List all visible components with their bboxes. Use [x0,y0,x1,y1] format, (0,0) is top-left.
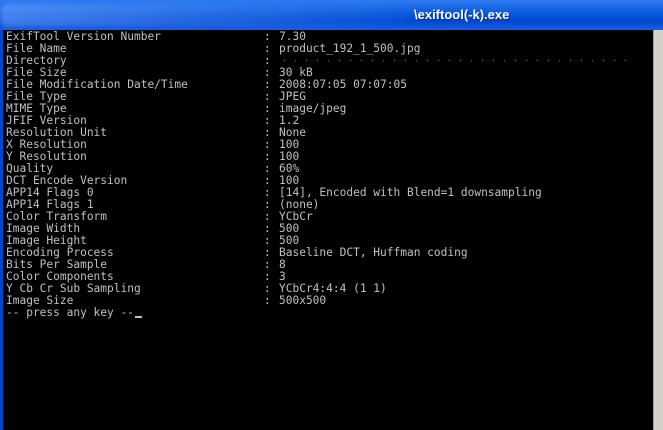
tag-row: X Resolution:100 [6,139,653,151]
tag-row: Directory: [6,55,653,67]
tag-value: product_192_1_500.jpg [279,42,421,55]
press-any-key-prompt: -- press any key -- [6,306,134,319]
prompt-line: -- press any key -- [6,307,653,319]
exif-tag-list: ExifTool Version Number:7.30 File Name: pr… [6,31,653,307]
tag-value: 500x500 [279,294,327,307]
tag-row: APP14 Flags 0: [14], Encoded with Blend=1… [6,187,653,199]
tag-row: MIME Type: image/jpeg [6,103,653,115]
text-cursor [135,316,142,318]
tag-row: Color Transform: YCbCr [6,211,653,223]
tag-row: Y Cb Cr Sub Sampling: YCbCr4:4:4 (1 1) [6,283,653,295]
tag-value: Baseline DCT, Huffman coding [279,246,468,259]
window-titlebar[interactable]: \exiftool(-k).exe [0,0,663,30]
blurred-path-region [0,4,410,26]
window-title: \exiftool(-k).exe [414,7,510,22]
tag-separator: : [264,294,271,307]
console-scrollbar[interactable] [653,30,663,430]
tag-row: File Name: product_192_1_500.jpg [6,43,653,55]
redacted-directory-value [279,57,629,66]
tag-row: Y Resolution:100 [6,151,653,163]
console-output[interactable]: ExifTool Version Number:7.30 File Name: pr… [0,30,653,430]
tag-row: Image Width:500 [6,223,653,235]
tag-row: Resolution Unit: None [6,127,653,139]
tag-row: File Modification Date/Time:2008:07:05 0… [6,79,653,91]
